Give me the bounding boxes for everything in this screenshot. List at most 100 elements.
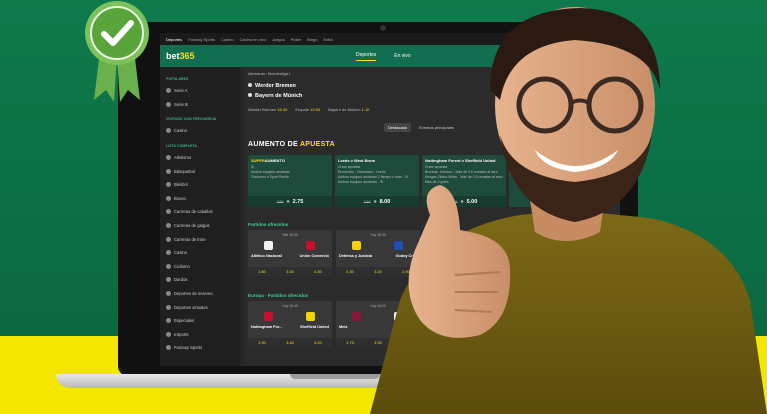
sidebar-section-title: LISTA COMPLETA [166, 143, 197, 148]
odd-label: Bayern de Múnich [328, 107, 361, 112]
sidebar: POPULARES Serie A Serie B VISITADO CON F… [160, 67, 240, 366]
away-shirt-icon [306, 241, 315, 250]
match-time: Sáb 18:00 [282, 233, 298, 237]
odds-bar: 1.90 3.40 4.20 [248, 338, 332, 347]
odd-button[interactable]: 1.90 [258, 341, 265, 345]
sport-icon [166, 168, 171, 174]
sidebar-item-label: Deportes de invierno [174, 291, 213, 297]
sport-icon [166, 209, 171, 215]
team-crest-icon [248, 93, 252, 97]
sidebar-item[interactable]: Casino [164, 124, 236, 138]
sidebar-item[interactable]: eSports [164, 328, 236, 342]
sidebar-full-list: Atletismo Básquetbol Béisbol Boxeo Carreras … [164, 151, 236, 355]
sport-icon [166, 155, 171, 161]
sport-icon [166, 195, 171, 201]
europe-section-title: Europa - Partidos ofrecidos [248, 293, 309, 298]
sidebar-item-label: Serie B [174, 101, 188, 107]
sidebar-section-title: VISITADO CON FRECUENCIA [166, 117, 217, 122]
sidebar-item-label: Béisbol [174, 182, 188, 188]
boost-section-title: AUMENTO DE APUESTA [248, 141, 335, 148]
match-card[interactable]: Hoy 15:45 Nottingham For... Sheffield Unit… [248, 301, 332, 347]
odd-button[interactable]: 4.20 [314, 341, 321, 345]
boost-card[interactable]: SUPERAUMENTO Sí Ambos equipos anotarán G… [248, 155, 332, 207]
sidebar-item[interactable]: Ciclismo [164, 260, 236, 274]
away-team: Unión Comercio [299, 254, 329, 258]
odd-button[interactable]: Werder Bremen 15.00 [248, 107, 287, 112]
home-team: Atlético Nacional [251, 254, 282, 258]
odd-button[interactable]: 2.30 [346, 270, 353, 274]
sidebar-item-label: Serie A [174, 88, 188, 94]
topnav-item[interactable]: Extra [323, 37, 332, 42]
odd-button[interactable]: 4.50 [314, 270, 321, 274]
odd-button[interactable]: 3.40 [286, 270, 293, 274]
new-odds: 2.75 [292, 198, 304, 205]
away-team: Sheffield United [300, 325, 329, 329]
sidebar-item[interactable]: Especiales [164, 314, 236, 328]
topnav-item[interactable]: Casino [221, 37, 233, 42]
sidebar-item-label: Carreras de trote [174, 236, 206, 242]
boost-title-part: AUMENTO DE [248, 141, 298, 148]
sidebar-item-label: Dardos [174, 277, 188, 283]
sidebar-item[interactable]: Béisbol [164, 178, 236, 192]
match-odds: Werder Bremen 15.00 Empate 10.00 Bayern … [248, 107, 369, 112]
boost-card-title-part: AUMENTO [264, 158, 285, 163]
sidebar-item-label: Casino [174, 128, 188, 134]
bet365-logo[interactable]: bet365 [166, 51, 356, 61]
sidebar-item[interactable]: Carreras de caballos [164, 205, 236, 219]
sidebar-item-label: Atletismo [174, 155, 192, 161]
verified-badge-icon [85, 1, 149, 102]
topnav-item[interactable]: Casino en vivo [240, 37, 266, 42]
odd-button[interactable]: Empate 10.00 [295, 107, 320, 112]
featured-match[interactable]: Werder Bremen Bayern de Múnich [248, 81, 302, 101]
sidebar-item[interactable]: Básquetbol [164, 164, 236, 178]
trophy-icon [166, 101, 171, 107]
sport-icon [166, 236, 171, 242]
odd-label: Empate [295, 107, 310, 112]
boost-odds-button[interactable]: 2.50» 2.75 [248, 196, 332, 207]
sidebar-item[interactable]: Casino [164, 246, 236, 260]
sidebar-item[interactable]: Carreras de trote [164, 232, 236, 246]
odd-button[interactable]: 1.75 [346, 341, 353, 345]
sidebar-item-label: Boxeo [174, 195, 186, 201]
sidebar-item-label: Básquetbol [174, 168, 195, 174]
odd-label: Werder Bremen [248, 107, 277, 112]
boost-card-title-part: SUPER [251, 158, 265, 163]
sidebar-item[interactable]: Boxeo [164, 192, 236, 206]
trophy-icon [166, 88, 171, 94]
home-team: Nottingham For... [251, 325, 283, 329]
breadcrumb[interactable]: Alemania › Bundesliga I [248, 71, 290, 76]
topnav-item[interactable]: Deportes [166, 37, 182, 42]
sidebar-item[interactable]: Deportes de invierno [164, 287, 236, 301]
sport-icon [166, 304, 171, 310]
odd-button[interactable]: 3.40 [286, 341, 293, 345]
arrow-icon: » [286, 198, 290, 205]
sport-icon [166, 277, 171, 283]
topnav-item[interactable]: Fantasy Sports [188, 37, 215, 42]
sidebar-item-label: Ciclismo [174, 263, 190, 269]
sport-icon [166, 318, 171, 324]
sidebar-item[interactable]: Carreras de galgos [164, 219, 236, 233]
sidebar-item[interactable]: Serie B [164, 98, 236, 112]
sidebar-item[interactable]: Deportes virtuales [164, 300, 236, 314]
odds-bar: 1.80 3.40 4.50 [248, 267, 332, 276]
sport-icon [166, 345, 171, 351]
home-shirt-icon [264, 312, 273, 321]
sidebar-item[interactable]: Atletismo [164, 151, 236, 165]
match-time: Hoy 15:45 [282, 304, 298, 308]
sidebar-item[interactable]: Fantasy Sports [164, 341, 236, 355]
old-odds: 2.50 [276, 199, 284, 204]
match-card[interactable]: Sáb 18:00 Atlético Nacional Unión Comercio… [248, 230, 332, 276]
topnav-item[interactable]: Bingo [307, 37, 317, 42]
topnav-item[interactable]: Juegos [272, 37, 285, 42]
man-thumbs-up-photo [370, 7, 767, 414]
boost-card-line: Gaviones e Sport Recife [251, 175, 289, 179]
sidebar-item[interactable]: Dardos [164, 273, 236, 287]
sidebar-item-label: Deportes virtuales [174, 304, 208, 310]
odd-button[interactable]: 1.80 [258, 270, 265, 274]
topnav-item[interactable]: Póker [291, 37, 301, 42]
sidebar-item-label: Fantasy Sports [174, 345, 203, 351]
away-shirt-icon [306, 312, 315, 321]
sport-icon [166, 263, 171, 269]
sport-icon [166, 250, 171, 256]
sidebar-item[interactable]: Serie A [164, 84, 236, 98]
